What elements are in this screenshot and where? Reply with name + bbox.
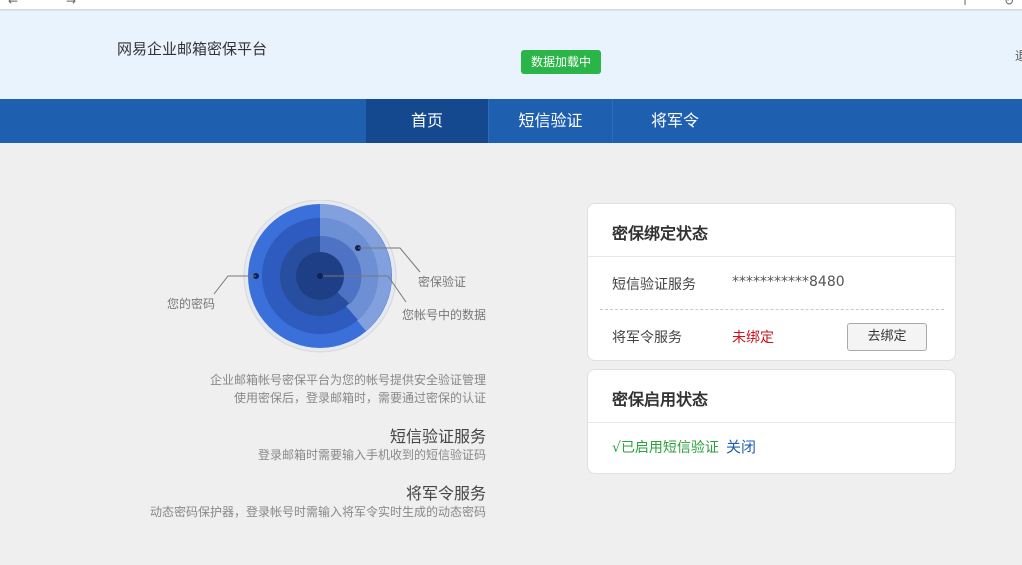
sms-service-label: 短信验证服务 [612, 277, 696, 293]
reload-icon[interactable]: ↻ [1004, 0, 1014, 8]
forward-icon[interactable]: → [66, 0, 76, 8]
token-service-label: 将军令服务 [612, 330, 682, 346]
tab-sms-verify[interactable]: 短信验证 [489, 99, 612, 143]
enable-status-card: 密保启用状态 √已启用短信验证 关闭 [587, 369, 956, 474]
disable-link[interactable]: 关闭 [726, 436, 756, 457]
loading-badge: 数据加载中 [521, 50, 601, 74]
main-nav: 首页 短信验证 将军令 [0, 99, 1022, 143]
divider [588, 256, 955, 257]
security-radar-illustration [243, 200, 397, 353]
token-service-desc: 动态密码保护器，登录帐号时需输入将军令实时生成的动态密码 [149, 505, 486, 519]
divider [600, 309, 944, 310]
page-header: 网易企业邮箱密保平台 数据加载中 退 [0, 10, 1022, 99]
sms-service-desc: 登录邮箱时需要输入手机收到的短信验证码 [257, 448, 486, 462]
card-title: 密保绑定状态 [612, 224, 709, 243]
tab-home[interactable]: 首页 [366, 99, 488, 143]
brand-title: 网易企业邮箱密保平台 [117, 40, 268, 58]
platform-description-1: 企业邮箱帐号密保平台为您的帐号提供安全验证管理 [209, 373, 486, 387]
label-your-password: 您的密码 [167, 297, 216, 311]
sms-enabled-status: √已启用短信验证 [612, 440, 719, 456]
browser-toolbar: ← → ↑ ↻ [0, 0, 1022, 10]
divider [588, 422, 955, 423]
platform-description-2: 使用密保后，登录邮箱时，需要通过密保的认证 [233, 391, 486, 405]
logout-link[interactable]: 退 [1015, 47, 1022, 64]
binding-status-card: 密保绑定状态 短信验证服务 ***********8480 将军令服务 未绑定 … [587, 203, 956, 361]
bound-phone-number: ***********8480 [732, 274, 845, 290]
token-service-title: 将军令服务 [405, 484, 486, 503]
token-unbound-status: 未绑定 [732, 330, 774, 346]
tab-token[interactable]: 将军令 [613, 99, 737, 143]
card-title: 密保启用状态 [612, 390, 709, 409]
bind-token-button[interactable]: 去绑定 [847, 323, 927, 351]
label-security-verify: 密保验证 [418, 275, 467, 289]
sms-service-title: 短信验证服务 [389, 427, 486, 446]
extension-icon[interactable]: ↑ [960, 0, 970, 8]
back-icon[interactable]: ← [8, 0, 18, 8]
label-account-data: 您帐号中的数据 [402, 308, 487, 322]
